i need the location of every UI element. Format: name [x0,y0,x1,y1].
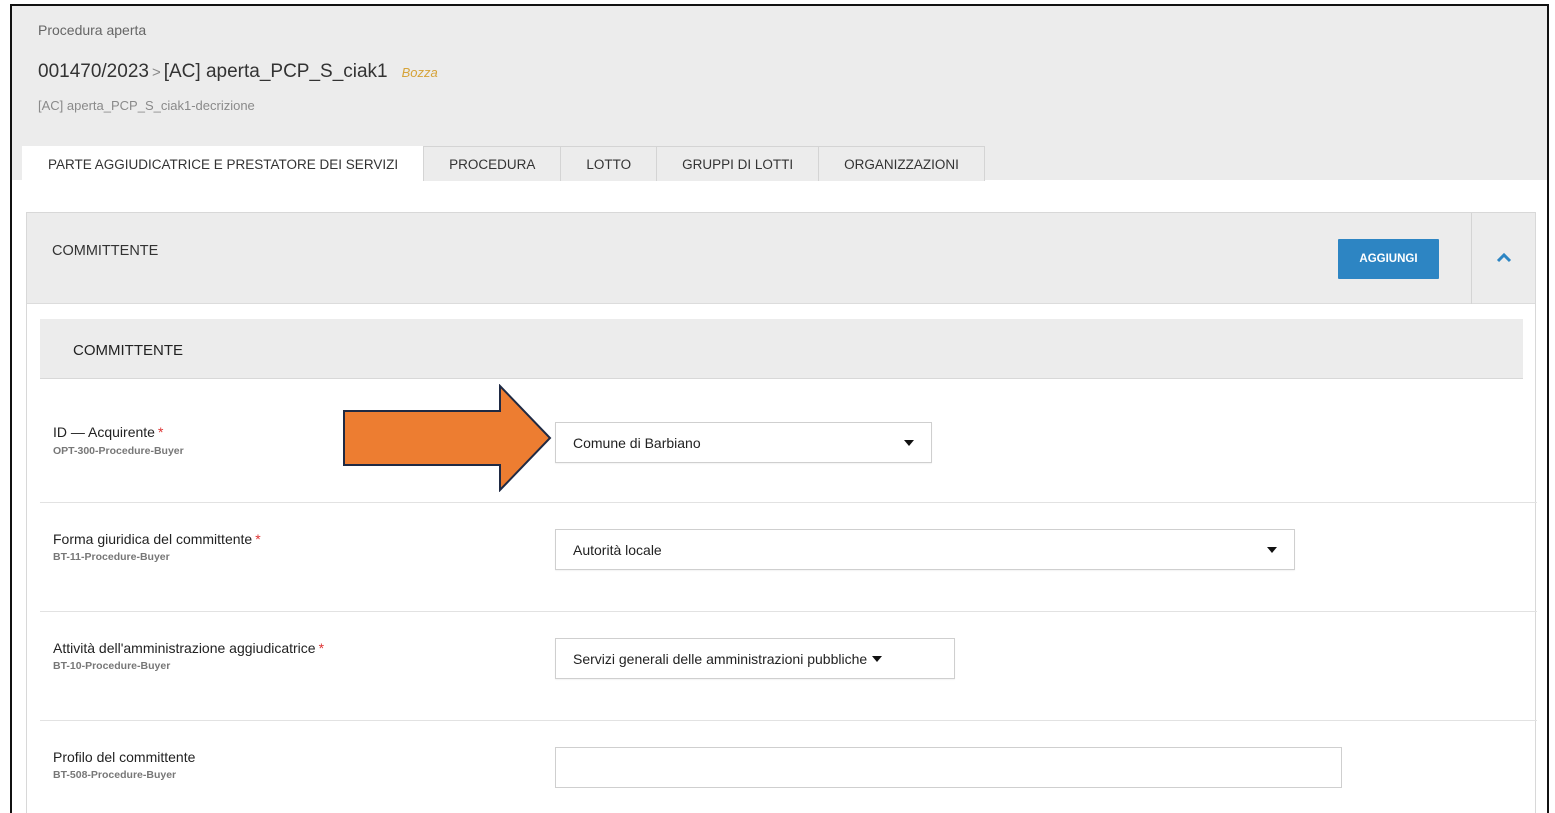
tab-bar: PARTE AGGIUDICATRICE E PRESTATORE DEI SE… [22,146,985,182]
committente-panel: COMMITTENTE AGGIUNGI COMMITTENTE ID — Ac… [26,212,1537,813]
section-title: COMMITTENTE [73,342,183,359]
tab-gruppi-di-lotti[interactable]: GRUPPI DI LOTTI [656,146,820,181]
legal-form-select-value: Autorità locale [573,541,662,558]
procedure-description: [AC] aperta_PCP_S_ciak1-decrizione [38,98,255,113]
field-label: Profilo del committente [53,749,196,765]
tab-procedura[interactable]: PROCEDURA [423,146,562,181]
buyer-select-value: Comune di Barbiano [573,434,701,451]
required-marker: * [157,424,164,440]
field-code: BT-11-Procedure-Buyer [53,551,170,563]
field-label: Attività dell'amministrazione aggiudicat… [53,640,324,656]
breadcrumb-separator: > [151,64,161,81]
panel-header: COMMITTENTE AGGIUNGI [27,213,1535,304]
caret-down-icon [872,655,883,662]
panel-title: COMMITTENTE [52,243,159,259]
field-label-text: Attività dell'amministrazione aggiudicat… [53,640,316,656]
buyer-select[interactable]: Comune di Barbiano [555,422,932,463]
field-row-id-acquirente: ID — Acquirente * OPT-300-Procedure-Buyer… [40,379,1537,503]
collapse-button[interactable] [1471,213,1536,304]
chevron-up-icon [1496,250,1512,268]
field-code: BT-10-Procedure-Buyer [53,660,171,672]
field-label-text: ID — Acquirente [53,424,155,440]
app-frame: Procedura aperta 001470/2023 > [AC] aper… [10,4,1549,813]
caret-down-icon [1267,547,1277,553]
field-label: ID — Acquirente * [53,424,163,440]
field-code: BT-508-Procedure-Buyer [53,769,177,781]
tab-lotto[interactable]: LOTTO [560,146,658,181]
buyer-profile-input[interactable] [555,747,1342,788]
procedure-number: 001470/2023 [38,61,149,82]
procedure-title: 001470/2023 > [AC] aperta_PCP_S_ciak1 Bo… [38,61,438,83]
add-button[interactable]: AGGIUNGI [1338,239,1439,279]
arrow-right-icon [343,384,552,492]
legal-form-select[interactable]: Autorità locale [555,529,1295,570]
activity-select-value: Servizi generali delle amministrazioni p… [573,650,868,667]
field-row-forma-giuridica: Forma giuridica del committente * BT-11-P… [40,503,1537,612]
field-code: OPT-300-Procedure-Buyer [53,445,184,457]
procedure-name: [AC] aperta_PCP_S_ciak1 [163,61,388,82]
field-label: Forma giuridica del committente * [53,531,261,547]
tab-parte-aggiudicatrice[interactable]: PARTE AGGIUDICATRICE E PRESTATORE DEI SE… [22,146,425,182]
field-row-profilo: Profilo del committente BT-508-Procedure… [40,721,1537,813]
required-marker: * [318,640,325,656]
caret-down-icon [904,440,914,446]
field-row-attivita: Attività dell'amministrazione aggiudicat… [40,612,1537,721]
procedure-type: Procedura aperta [38,22,147,38]
tab-organizzazioni[interactable]: ORGANIZZAZIONI [818,146,985,181]
required-marker: * [255,531,261,547]
annotation-arrow-shape [343,384,552,492]
section-header: COMMITTENTE [40,319,1523,379]
field-label-text: Forma giuridica del committente [53,531,253,547]
status-badge: Bozza [401,65,438,80]
activity-select[interactable]: Servizi generali delle amministrazioni p… [555,638,955,679]
procedure-header: Procedura aperta 001470/2023 > [AC] aper… [12,6,1547,182]
